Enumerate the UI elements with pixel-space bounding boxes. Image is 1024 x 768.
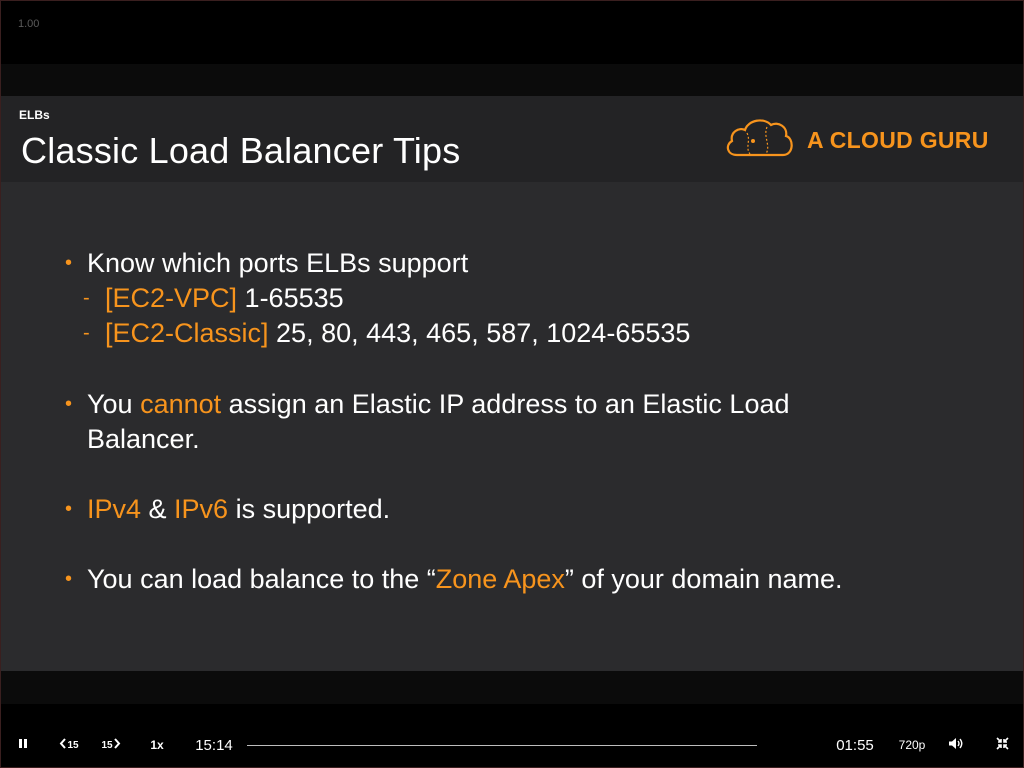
- bullet-zone-apex: • You can load balance to the “Zone Apex…: [65, 562, 987, 597]
- bullet-highlight: Zone Apex: [435, 564, 565, 594]
- bullet-text: Know which ports ELBs support: [87, 248, 469, 278]
- bullet-marker: •: [65, 568, 73, 590]
- volume-button[interactable]: [944, 722, 968, 768]
- slide-header: ELBs Classic Load Balancer Tips A CLOUD …: [1, 96, 1023, 182]
- sub-bullet-marker: -: [83, 322, 90, 344]
- playback-speed-button[interactable]: 1x: [145, 722, 169, 768]
- bullet-highlight-ipv6: IPv6: [174, 494, 229, 524]
- sub-bullet-value: 1-65535: [237, 283, 344, 313]
- bullet-text-pre: You: [87, 389, 141, 419]
- cloud-logo-icon: [723, 115, 797, 166]
- rewind-15-icon: [59, 738, 67, 752]
- forward-15-button[interactable]: 15: [96, 722, 126, 768]
- slide-title: Classic Load Balancer Tips: [21, 130, 461, 171]
- bullet-elastic-ip: • You cannot assign an Elastic IP addres…: [65, 387, 987, 457]
- sub-bullet-value: 25, 80, 443, 465, 587, 1024-65535: [268, 318, 691, 348]
- exit-fullscreen-button[interactable]: [990, 722, 1014, 768]
- elapsed-time: 15:14: [195, 736, 233, 754]
- forward-15-label: 15: [101, 739, 113, 751]
- slide-section-label: ELBs: [19, 108, 50, 122]
- rewind-15-label: 15: [67, 739, 79, 751]
- bullet-marker: •: [65, 252, 73, 274]
- remaining-time: 01:55: [836, 736, 874, 754]
- slide: ELBs Classic Load Balancer Tips A CLOUD …: [1, 96, 1023, 671]
- forward-15-icon: [113, 738, 121, 752]
- pause-button[interactable]: [10, 722, 36, 768]
- bullet-ipv-support: • IPv4 & IPv6 is supported.: [65, 492, 987, 527]
- bullet-text-pre: You can load balance to the “: [87, 564, 436, 594]
- exit-fullscreen-icon: [995, 737, 1009, 753]
- pause-icon: [18, 738, 28, 752]
- brand-logo: A CLOUD GURU: [723, 116, 989, 164]
- video-bottom-band: [1, 671, 1023, 704]
- quality-button[interactable]: 720p: [892, 722, 932, 768]
- volume-icon: [948, 737, 964, 753]
- bullet-marker: •: [65, 498, 73, 520]
- sub-bullet-marker: -: [83, 287, 90, 309]
- bullet-text-post: assign an Elastic IP address to an Elast…: [221, 389, 790, 419]
- bullet-highlight-ipv4: IPv4: [87, 494, 142, 524]
- slide-body: • Know which ports ELBs support - [EC2-V…: [1, 182, 1023, 671]
- sub-bullet-label: [EC2-VPC]: [105, 283, 238, 313]
- brand-name: A CLOUD GURU: [807, 126, 989, 153]
- sub-bullet-ec2-vpc: - [EC2-VPC] 1-65535: [83, 281, 344, 316]
- bullet-marker: •: [65, 393, 73, 415]
- bullet-text-post: ” of your domain name.: [564, 564, 843, 594]
- bullet-ports: • Know which ports ELBs support: [65, 246, 987, 281]
- sub-bullet-ec2-classic: - [EC2-Classic] 25, 80, 443, 465, 587, 1…: [83, 316, 691, 351]
- bullet-text-line2: Balancer.: [87, 424, 200, 454]
- bullet-text-post: is supported.: [228, 494, 391, 524]
- rewind-15-button[interactable]: 15: [54, 722, 84, 768]
- video-top-band: [1, 64, 1023, 96]
- sub-bullet-label: [EC2-Classic]: [105, 318, 269, 348]
- zoom-level: 1.00: [18, 18, 40, 30]
- bullet-highlight: cannot: [140, 389, 222, 419]
- bullet-text-mid: &: [141, 494, 175, 524]
- progress-bar[interactable]: [247, 745, 757, 746]
